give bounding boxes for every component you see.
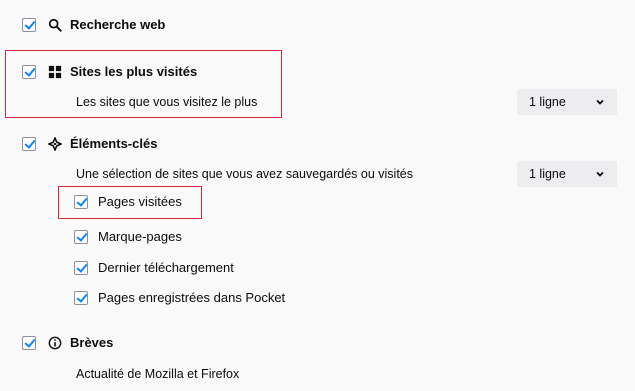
top-sites-rows-select[interactable]: 1 ligne bbox=[517, 89, 617, 115]
web-search-checkbox[interactable] bbox=[22, 18, 36, 32]
option-recent-download-label: Dernier téléchargement bbox=[98, 260, 234, 275]
grid-icon bbox=[48, 65, 62, 79]
option-bookmarks-checkbox[interactable] bbox=[74, 230, 88, 244]
option-visited-pages-label: Pages visitées bbox=[98, 194, 182, 209]
option-pocket-checkbox[interactable] bbox=[74, 291, 88, 305]
search-icon bbox=[48, 18, 62, 32]
web-search-label: Recherche web bbox=[70, 17, 166, 32]
top-sites-rows-value: 1 ligne bbox=[529, 95, 566, 109]
sparkle-icon bbox=[48, 137, 62, 151]
top-sites-description: Les sites que vous visitez le plus bbox=[76, 95, 258, 109]
highlights-rows-select[interactable]: 1 ligne bbox=[517, 161, 617, 187]
snippets-label: Brèves bbox=[70, 335, 114, 350]
option-recent-download-checkbox[interactable] bbox=[74, 261, 88, 275]
option-visited-pages-checkbox[interactable] bbox=[74, 195, 88, 209]
option-pocket-label: Pages enregistrées dans Pocket bbox=[98, 290, 286, 305]
info-icon bbox=[48, 336, 62, 350]
snippets-checkbox[interactable] bbox=[22, 336, 36, 350]
chevron-down-icon bbox=[596, 171, 604, 177]
chevron-down-icon bbox=[596, 99, 604, 105]
snippets-description: Actualité de Mozilla et Firefox bbox=[76, 367, 240, 381]
top-sites-checkbox[interactable] bbox=[22, 65, 36, 79]
highlights-description: Une sélection de sites que vous avez sau… bbox=[76, 167, 413, 181]
highlights-label: Éléments-clés bbox=[70, 136, 158, 151]
highlights-checkbox[interactable] bbox=[22, 137, 36, 151]
option-bookmarks-label: Marque-pages bbox=[98, 229, 182, 244]
highlights-rows-value: 1 ligne bbox=[529, 167, 566, 181]
top-sites-label: Sites les plus visités bbox=[70, 64, 198, 79]
